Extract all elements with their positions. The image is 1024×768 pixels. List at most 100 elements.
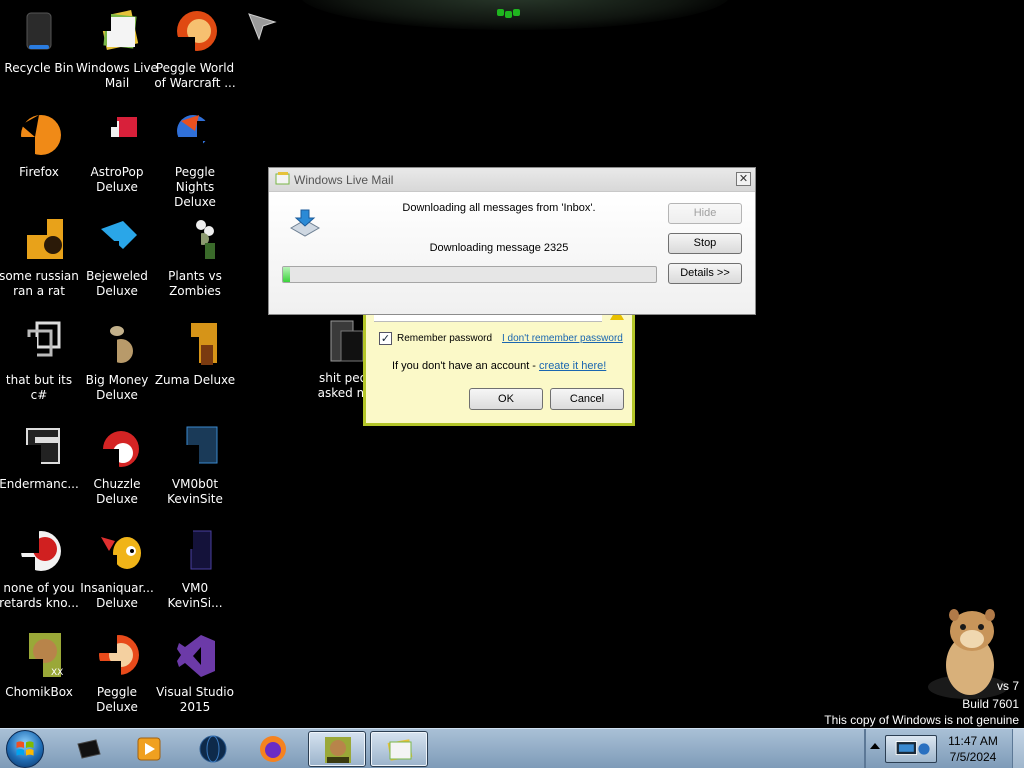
ok-button[interactable]: OK xyxy=(469,388,543,410)
progress-fill xyxy=(283,267,291,282)
desktop-icon-that-but-its-csharp[interactable]: that but its c# xyxy=(0,317,78,417)
recycle-bin-icon xyxy=(26,12,52,50)
desktop-icon-label: Peggle World of Warcraft ... xyxy=(154,61,236,90)
rat-icon xyxy=(27,219,63,259)
desktop-icon-label: AstroPop Deluxe xyxy=(90,165,144,194)
watermark-not-genuine: This copy of Windows is not genuine xyxy=(824,713,1019,727)
desktop-icon-label: Recycle Bin xyxy=(4,61,74,75)
svg-text:XX: XX xyxy=(51,668,63,678)
desktop-icon-windows-live-mail[interactable]: Windows Live Mail xyxy=(76,5,158,105)
zuma-icon xyxy=(173,323,217,367)
desktop-icon-label: VM0b0t KevinSite xyxy=(167,477,223,506)
tray-clock[interactable]: 11:47 AM 7/5/2024 xyxy=(938,733,1008,765)
desktop: Recycle Bin Firefox some russian ran a r… xyxy=(0,0,1024,728)
desktop-icon-label: Zuma Deluxe xyxy=(154,373,236,387)
firefox-icon xyxy=(260,736,286,762)
no-account-label: If you don't have an account - xyxy=(392,360,540,372)
desktop-icon-label: Bejeweled Deluxe xyxy=(86,269,148,298)
wallpaper-dots xyxy=(497,6,527,18)
desktop-icon-label: VM0 KevinSi... xyxy=(167,581,223,610)
desktop-icon-peggle[interactable]: Peggle Deluxe xyxy=(78,629,156,728)
desktop-icon-plants-vs-zombies[interactable]: Plants vs Zombies xyxy=(156,213,234,313)
shortcut-icon xyxy=(17,321,61,365)
desktop-icon-label: Windows Live Mail xyxy=(76,61,158,90)
chuzzle-icon xyxy=(95,431,139,471)
cmd-icon xyxy=(77,739,101,759)
start-button[interactable] xyxy=(6,730,44,768)
big-money-icon xyxy=(95,326,133,367)
taskbar: 11:47 AM 7/5/2024 xyxy=(0,728,1024,768)
watermark-version: vs 7 xyxy=(996,679,1019,693)
peggle-icon xyxy=(95,633,139,679)
taskbar-button-chomikbox[interactable] xyxy=(308,731,366,767)
desktop-icon-firefox[interactable]: Firefox xyxy=(0,109,78,209)
stop-button[interactable]: Stop xyxy=(668,233,742,254)
taskbar-button-cmd[interactable] xyxy=(60,731,118,767)
show-hidden-icons-button[interactable] xyxy=(870,743,880,749)
clock-time: 11:47 AM xyxy=(948,734,998,748)
peggle-wow-icon xyxy=(173,11,217,55)
create-account-link[interactable]: create it here! xyxy=(539,360,606,372)
desktop-icon-peggle-wow[interactable]: Peggle World of Warcraft ... xyxy=(154,5,236,105)
show-desktop-button[interactable] xyxy=(1012,729,1024,768)
astropop-icon xyxy=(95,113,141,159)
insaniquarium-icon xyxy=(95,537,141,575)
status-line-folder: Downloading all messages from 'Inbox'. xyxy=(402,202,596,214)
desktop-icon-rat[interactable]: some russian ran a rat xyxy=(0,213,79,313)
desktop-icon-astropop[interactable]: AstroPop Deluxe xyxy=(78,109,156,209)
desktop-icon-zuma[interactable]: Zuma Deluxe xyxy=(154,317,236,417)
windows-live-mail-icon xyxy=(275,172,290,185)
desktop-icon-label: Visual Studio 2015 xyxy=(156,685,234,714)
dialog-titlebar[interactable]: Windows Live Mail ✕ xyxy=(269,168,755,192)
clock-date: 7/5/2024 xyxy=(949,750,997,764)
windows-logo-icon xyxy=(16,741,34,756)
close-button[interactable]: ✕ xyxy=(736,172,751,186)
taskbar-button-firefox[interactable] xyxy=(244,731,302,767)
desktop-icon-visual-studio[interactable]: Visual Studio 2015 xyxy=(156,629,234,728)
firefox-icon xyxy=(19,115,61,155)
vm0-icon xyxy=(173,529,212,570)
desktop-icon-label: Firefox xyxy=(19,165,59,179)
windows-live-mail-icon xyxy=(387,739,413,761)
media-player-icon xyxy=(137,737,161,761)
desktop-icon-vm0b0t[interactable]: VM0b0t KevinSite xyxy=(156,421,234,521)
desktop-icon-label: none of you retards kno... xyxy=(0,581,79,610)
tray-network-button[interactable] xyxy=(885,735,937,763)
desktop-icon-peggle-nights[interactable]: Peggle Nights Deluxe xyxy=(156,109,234,209)
desktop-icon-label: Endermanc... xyxy=(0,477,79,491)
taskbar-button-globe[interactable] xyxy=(184,731,242,767)
bejeweled-icon xyxy=(95,221,137,263)
details-button[interactable]: Details >> xyxy=(668,263,742,284)
hide-button[interactable]: Hide xyxy=(668,203,742,224)
app-icon xyxy=(17,531,61,575)
desktop-icon-insaniquarium[interactable]: Insaniquar... Deluxe xyxy=(78,525,156,625)
forgot-password-link[interactable]: I don't remember password xyxy=(502,333,623,344)
taskbar-button-windows-live-mail[interactable] xyxy=(370,731,428,767)
desktop-icon-bejeweled[interactable]: Bejeweled Deluxe xyxy=(78,213,156,313)
network-icon xyxy=(895,741,930,756)
desktop-icon-label: Insaniquar... Deluxe xyxy=(80,581,154,610)
desktop-icon-endermanch[interactable]: Endermanc... xyxy=(0,421,79,521)
download-progress-bar xyxy=(282,266,657,283)
desktop-icon-label: Chuzzle Deluxe xyxy=(93,477,141,506)
remember-password-checkbox[interactable]: ✓ xyxy=(379,332,392,345)
cancel-button[interactable]: Cancel xyxy=(550,388,624,410)
remember-password-label: Remember password xyxy=(397,333,493,344)
watermark-build: Build 7601 xyxy=(962,697,1019,711)
desktop-icon-label: Big Money Deluxe xyxy=(85,373,149,402)
taskbar-button-media-player[interactable] xyxy=(120,731,178,767)
desktop-icon-big-money[interactable]: Big Money Deluxe xyxy=(78,317,156,417)
desktop-icon-label: Plants vs Zombies xyxy=(168,269,222,298)
globe-icon xyxy=(199,735,227,763)
desktop-icon-chomikbox[interactable]: XX ChomikBox xyxy=(0,629,78,728)
endermanch-icon xyxy=(17,428,60,471)
desktop-icon-none-of-you[interactable]: none of you retards kno... xyxy=(0,525,79,625)
desktop-icon-chuzzle[interactable]: Chuzzle Deluxe xyxy=(78,421,156,521)
no-account-text: If you don't have an account - create it… xyxy=(392,360,606,372)
status-line-message: Downloading message 2325 xyxy=(429,242,569,254)
download-dialog: Windows Live Mail ✕ Downloading all mess… xyxy=(268,167,756,315)
desktop-icon-recycle-bin[interactable]: Recycle Bin xyxy=(0,5,78,105)
desktop-icon-vm0[interactable]: VM0 KevinSi... xyxy=(156,525,234,625)
login-dialog: ✓ Remember password I don't remember pas… xyxy=(363,300,635,426)
vm0b0t-icon xyxy=(173,426,218,471)
